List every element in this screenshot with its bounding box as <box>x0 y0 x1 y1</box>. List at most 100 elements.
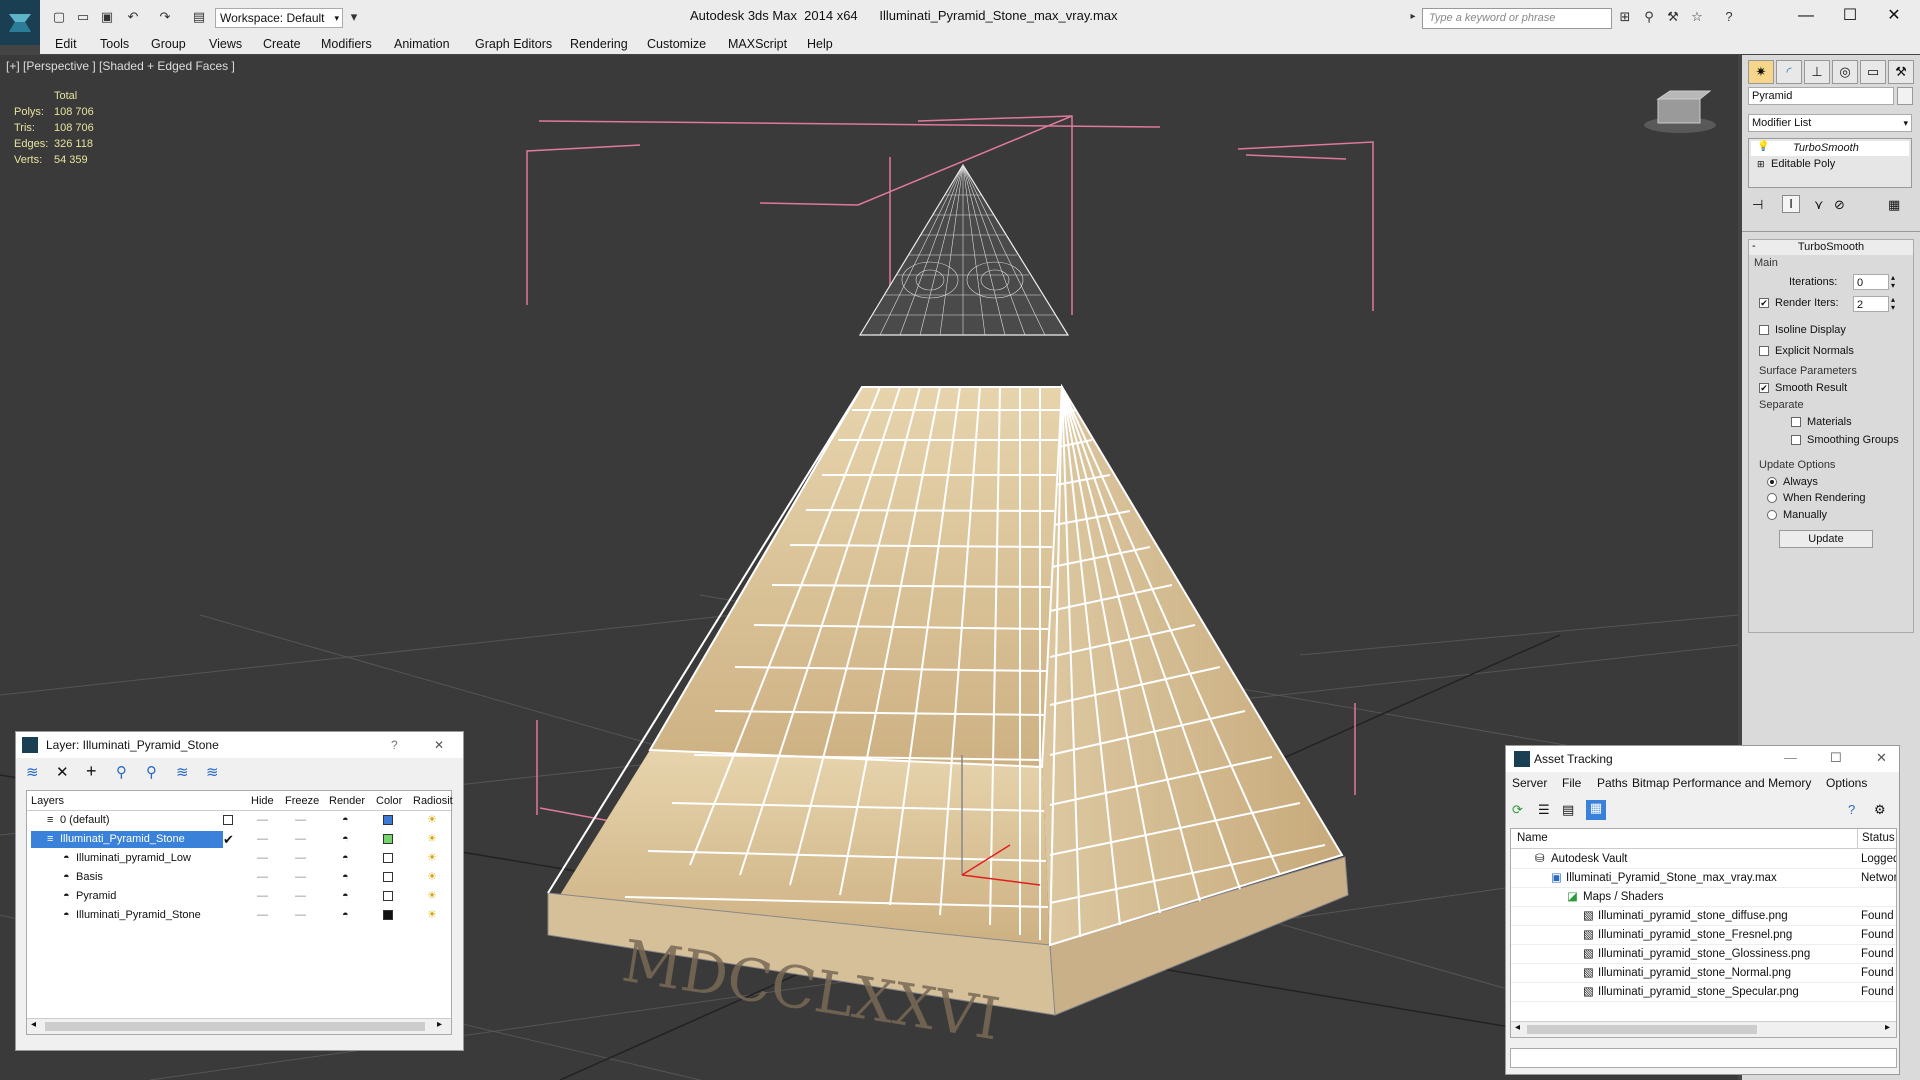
render-iters-spinner[interactable]: 2 <box>1853 296 1889 312</box>
smoothing-groups-row[interactable]: Smoothing Groups <box>1791 434 1899 446</box>
refresh-icon[interactable]: ⟳ <box>1512 802 1523 818</box>
menu-server[interactable]: Server <box>1512 776 1547 790</box>
maximize-button[interactable]: ☐ <box>1828 4 1872 28</box>
render-teapot-icon[interactable]: ◓ <box>342 830 349 849</box>
isoline-display-row[interactable]: Isoline Display <box>1759 324 1846 336</box>
settings-icon[interactable]: ⚙ <box>1874 802 1886 818</box>
close-button[interactable]: ✕ <box>1872 4 1916 28</box>
current-layer-box[interactable] <box>223 815 233 825</box>
scroll-right-icon[interactable]: ▸ <box>1885 1022 1890 1033</box>
save-file-icon[interactable]: ▣ <box>98 8 116 26</box>
smooth-result-checkbox[interactable]: ✔ <box>1759 383 1769 394</box>
menu-file[interactable]: File <box>1562 776 1581 790</box>
manually-row[interactable]: Manually <box>1767 509 1827 521</box>
modifier-list-dropdown[interactable]: Modifier List ▾ <box>1748 114 1912 132</box>
scrollbar-thumb[interactable] <box>45 1022 425 1031</box>
layer-row[interactable]: ◓ Basis — — ◓ ☀ <box>27 868 451 887</box>
menu-group[interactable]: Group <box>151 34 186 54</box>
project-folder-icon[interactable]: ▤ <box>190 8 208 26</box>
redo-icon[interactable]: ↷ <box>156 8 174 26</box>
help-icon[interactable]: ? <box>391 732 398 758</box>
radiosity-sun-icon[interactable]: ☀ <box>427 849 437 868</box>
horizontal-scrollbar[interactable]: ◂ ▸ <box>27 1018 451 1034</box>
asset-row[interactable]: ▧ Illuminati_pyramid_stone_Normal.png Fo… <box>1511 964 1896 983</box>
asset-row[interactable]: ▣ Illuminati_Pyramid_Stone_max_vray.max … <box>1511 869 1896 888</box>
help-icon[interactable]: ? <box>1848 802 1855 817</box>
hide-toggle[interactable]: — <box>257 811 268 830</box>
materials-row[interactable]: Materials <box>1791 416 1852 428</box>
workspace-dropdown[interactable]: Workspace: Default ▾ <box>215 8 343 28</box>
menu-animation[interactable]: Animation <box>394 34 450 54</box>
subscription-icon[interactable]: ⚲ <box>1640 8 1658 26</box>
always-radio[interactable] <box>1767 477 1777 488</box>
freeze-toggle[interactable]: — <box>295 830 306 849</box>
col-render[interactable]: Render <box>329 791 365 811</box>
menu-options[interactable]: Options <box>1826 776 1867 790</box>
layer-color-swatch[interactable] <box>383 834 393 844</box>
layer-color-swatch[interactable] <box>383 910 393 920</box>
help-icon[interactable]: ? <box>1720 8 1738 26</box>
utilities-tab[interactable]: ⚒ <box>1888 60 1914 84</box>
viewport-label[interactable]: [+] [Perspective ] [Shaded + Edged Faces… <box>6 59 235 73</box>
object-color-swatch[interactable] <box>1897 87 1913 105</box>
render-iters-checkbox[interactable]: ✔ <box>1759 298 1769 309</box>
list-view-icon[interactable]: ☰ <box>1538 802 1550 818</box>
table-view-icon[interactable]: ▦ <box>1586 800 1606 820</box>
minimize-button[interactable]: — <box>1784 4 1828 28</box>
freeze-toggle[interactable]: — <box>295 811 306 830</box>
modify-tab[interactable]: ◜ <box>1776 60 1802 84</box>
layer-color-swatch[interactable] <box>383 872 393 882</box>
show-end-result-icon[interactable]: I <box>1782 195 1800 213</box>
new-file-icon[interactable]: ▢ <box>50 8 68 26</box>
scroll-right-icon[interactable]: ▸ <box>437 1019 442 1030</box>
iterations-spinner[interactable]: 0 <box>1853 274 1889 290</box>
render-teapot-icon[interactable]: ◓ <box>342 811 349 830</box>
maximize-icon[interactable]: ☐ <box>1830 750 1842 766</box>
radiosity-sun-icon[interactable]: ☀ <box>427 887 437 906</box>
col-hide[interactable]: Hide <box>251 791 274 811</box>
col-freeze[interactable]: Freeze <box>285 791 319 811</box>
hide-toggle[interactable]: — <box>257 849 268 868</box>
layer-row[interactable]: ◓ Illuminati_Pyramid_Stone — — ◓ ☀ <box>27 906 451 925</box>
add-to-layer-icon[interactable]: + <box>86 761 97 782</box>
asset-path-field[interactable] <box>1510 1048 1897 1068</box>
asset-row[interactable]: ⛁ Autodesk Vault Logged <box>1511 850 1896 869</box>
stack-item-editable-poly[interactable]: Editable Poly <box>1751 157 1909 172</box>
menu-maxscript[interactable]: MAXScript <box>728 34 787 54</box>
layer-row[interactable]: ≡ Illuminati_Pyramid_Stone ✔ — — ◓ ☀ <box>27 830 451 849</box>
radiosity-sun-icon[interactable]: ☀ <box>427 830 437 849</box>
binoculars-icon[interactable]: ⊞ <box>1616 8 1634 26</box>
select-objects-icon[interactable]: ⚲ <box>116 763 127 781</box>
undo-icon[interactable]: ↶ <box>124 8 142 26</box>
freeze-toggle[interactable]: — <box>295 849 306 868</box>
menu-bitmap-performance[interactable]: Bitmap Performance and Memory <box>1632 776 1811 790</box>
lightbulb-icon[interactable]: 💡 <box>1757 141 1769 152</box>
create-tab[interactable]: ✷ <box>1748 60 1774 84</box>
radiosity-sun-icon[interactable]: ☀ <box>427 811 437 830</box>
render-teapot-icon[interactable]: ◓ <box>342 887 349 906</box>
close-icon[interactable]: ✕ <box>1876 750 1887 766</box>
scroll-left-icon[interactable]: ◂ <box>31 1019 36 1030</box>
explicit-normals-row[interactable]: Explicit Normals <box>1759 345 1854 357</box>
communication-icon[interactable]: ⚒ <box>1664 8 1682 26</box>
menu-modifiers[interactable]: Modifiers <box>321 34 372 54</box>
viewcube-icon[interactable] <box>1640 85 1720 140</box>
freeze-all-icon[interactable]: ≋ <box>206 763 219 781</box>
layer-row[interactable]: ≡ 0 (default) — — ◓ ☀ <box>27 811 451 830</box>
smoothing-groups-checkbox[interactable] <box>1791 435 1801 446</box>
favorites-icon[interactable]: ☆ <box>1688 8 1706 26</box>
menu-graph-editors[interactable]: Graph Editors <box>475 34 552 54</box>
explicit-normals-checkbox[interactable] <box>1759 346 1769 357</box>
hide-toggle[interactable]: — <box>257 906 268 925</box>
when-rendering-row[interactable]: When Rendering <box>1767 492 1866 504</box>
asset-row[interactable]: ▧ Illuminati_pyramid_stone_Glossiness.pn… <box>1511 945 1896 964</box>
object-name-field[interactable]: Pyramid <box>1748 87 1894 105</box>
menu-help[interactable]: Help <box>807 34 833 54</box>
display-tab[interactable]: ▭ <box>1860 60 1886 84</box>
current-layer-checkmark-icon[interactable]: ✔ <box>223 830 234 849</box>
freeze-toggle[interactable]: — <box>295 906 306 925</box>
layer-row[interactable]: ◓ Illuminati_pyramid_Low — — ◓ ☀ <box>27 849 451 868</box>
layer-color-swatch[interactable] <box>383 815 393 825</box>
spinner-arrows-icon[interactable]: ▴ ▾ <box>1891 296 1895 312</box>
search-input[interactable]: Type a keyword or phrase <box>1422 8 1612 29</box>
